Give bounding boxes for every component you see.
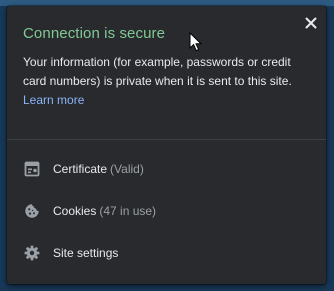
close-icon [305, 17, 317, 29]
certificate-status: (Valid) [110, 162, 144, 176]
cookie-icon [25, 204, 39, 218]
cookies-row[interactable]: Cookies (47 in use) [7, 191, 326, 231]
cookies-label: Cookies (47 in use) [53, 204, 157, 218]
cookies-count: (47 in use) [99, 204, 157, 218]
divider [7, 139, 326, 140]
connection-description: Your information (for example, passwords… [23, 55, 292, 88]
certificate-row[interactable]: Certificate (Valid) [7, 149, 326, 189]
certificate-label: Certificate (Valid) [53, 162, 144, 176]
site-info-popup: Connection is secure Your information (f… [7, 6, 326, 284]
close-button[interactable] [300, 12, 322, 34]
gear-icon [24, 245, 40, 261]
connection-status-title: Connection is secure [23, 25, 166, 42]
mouse-cursor-icon [189, 32, 203, 52]
learn-more-link[interactable]: Learn more [23, 93, 84, 107]
certificate-icon [24, 161, 40, 177]
site-settings-label: Site settings [53, 246, 119, 260]
site-settings-row[interactable]: Site settings [7, 233, 326, 273]
